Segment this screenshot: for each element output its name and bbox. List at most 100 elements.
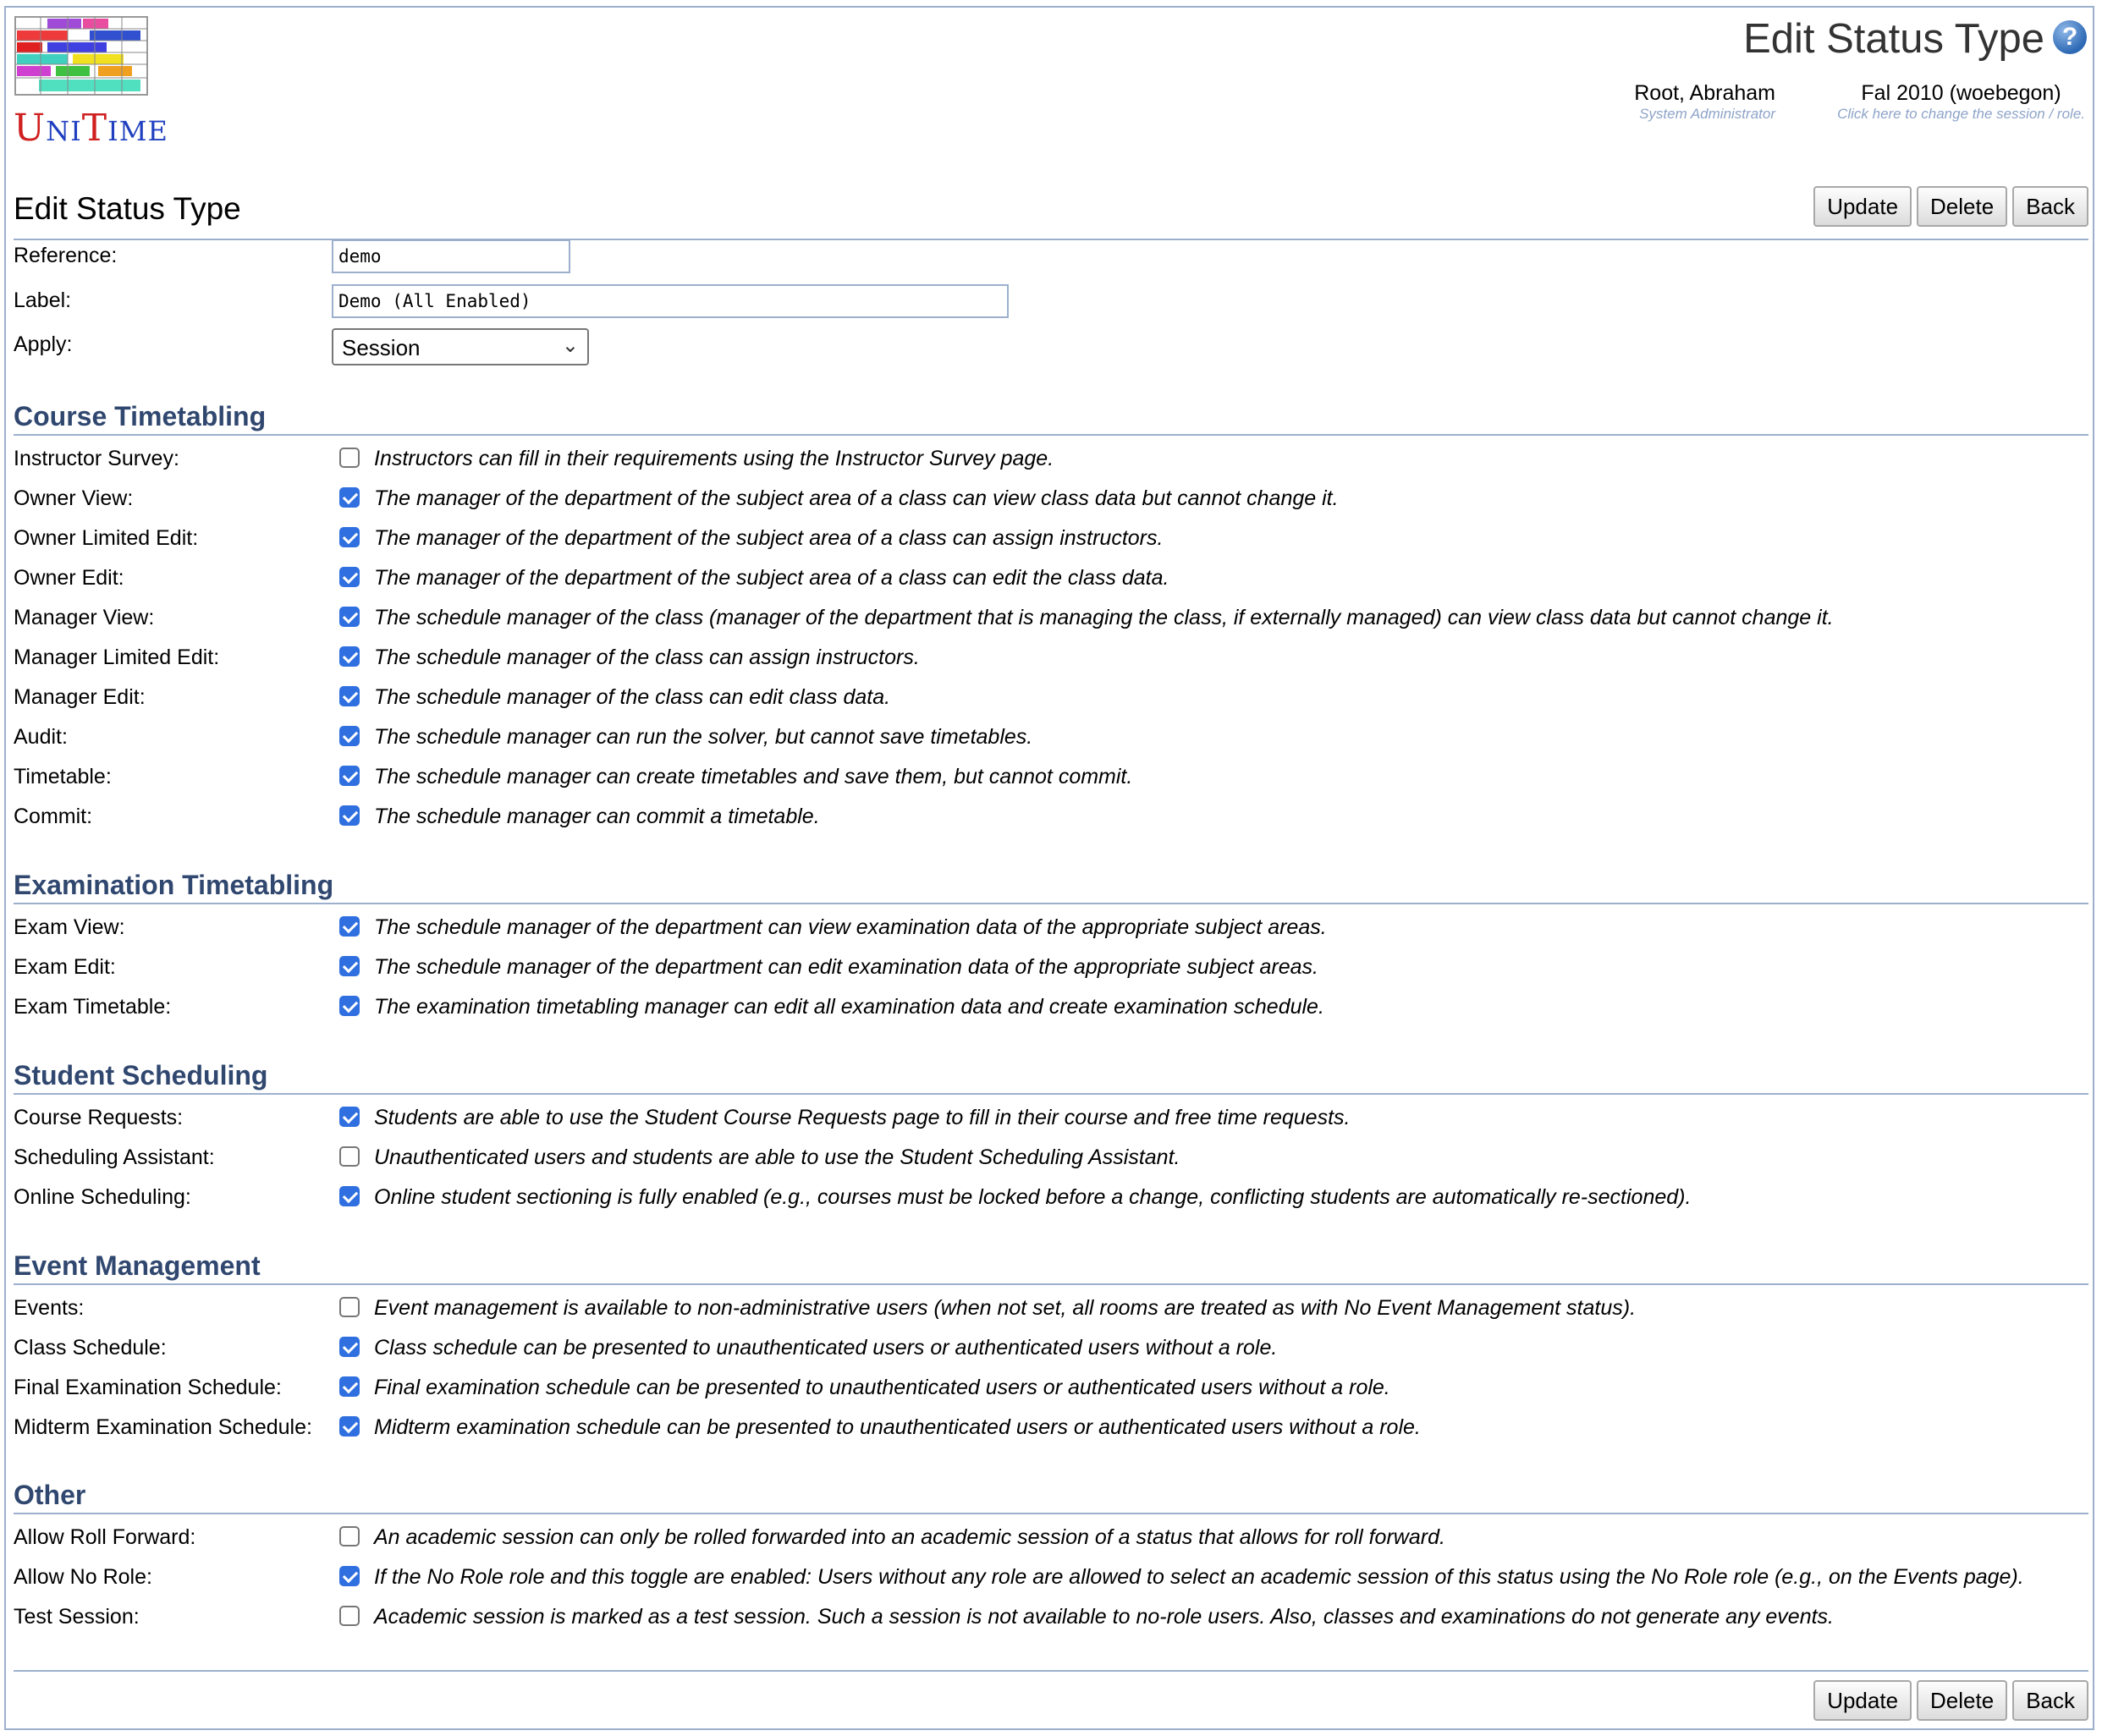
- delete-button-bottom[interactable]: Delete: [1917, 1680, 2008, 1721]
- status-option-label: Instructor Survey:: [14, 447, 179, 470]
- status-option-checkbox[interactable]: [339, 956, 360, 976]
- bottom-divider: [14, 1670, 2088, 1672]
- status-option-label: Manager Edit:: [14, 685, 146, 709]
- status-option-checkbox[interactable]: [339, 1416, 360, 1437]
- status-option-label: Commit:: [14, 805, 93, 828]
- status-option-checkbox[interactable]: [339, 916, 360, 937]
- status-option-row: Allow Roll Forward: An academic session c…: [14, 1519, 2088, 1557]
- status-option-row: Course Requests: Students are able to use…: [14, 1099, 2088, 1138]
- unitime-logo[interactable]: UNITIME: [14, 15, 168, 151]
- status-option-checkbox[interactable]: [339, 766, 360, 786]
- status-option-checkbox[interactable]: [339, 567, 360, 587]
- status-option-description: The schedule manager can run the solver,…: [374, 725, 1033, 749]
- status-option-label: Owner View:: [14, 486, 134, 510]
- status-option-description: The manager of the department of the sub…: [374, 486, 1339, 510]
- status-option-description: Students are able to use the Student Cou…: [374, 1106, 1351, 1129]
- section-event-management: Event Management: [14, 1250, 2088, 1285]
- status-option-description: The schedule manager can create timetabl…: [374, 765, 1133, 788]
- page-title: Edit Status Type: [1743, 16, 2044, 62]
- status-option-description: An academic session can only be rolled f…: [374, 1525, 1445, 1549]
- status-option-checkbox[interactable]: [339, 607, 360, 627]
- status-option-checkbox[interactable]: [339, 996, 360, 1016]
- status-option-checkbox[interactable]: [339, 1376, 360, 1397]
- status-option-label: Allow Roll Forward:: [14, 1525, 196, 1549]
- status-option-description: If the No Role role and this toggle are …: [374, 1565, 2024, 1589]
- form-header: Edit Status Type Update Delete Back: [14, 186, 2088, 240]
- status-option-label: Test Session:: [14, 1605, 140, 1629]
- apply-select[interactable]: Session ⌄: [332, 328, 589, 365]
- reference-label: Reference:: [14, 244, 118, 267]
- reference-input[interactable]: [332, 239, 570, 273]
- bottom-button-bar: Update Delete Back: [1813, 1680, 2088, 1721]
- form-heading: Edit Status Type: [14, 191, 241, 226]
- page-frame: [4, 6, 2094, 1730]
- status-option-row: Manager Edit: The schedule manager of the…: [14, 678, 2088, 717]
- status-option-label: Class Schedule:: [14, 1336, 167, 1360]
- status-option-description: Online student sectioning is fully enabl…: [374, 1185, 1692, 1209]
- label-label: Label:: [14, 288, 72, 312]
- update-button-bottom[interactable]: Update: [1813, 1680, 1912, 1721]
- logo-grid-graphic: [14, 16, 148, 96]
- status-option-row: Exam View: The schedule manager of the de…: [14, 909, 2088, 948]
- status-option-description: Unauthenticated users and students are a…: [374, 1145, 1180, 1169]
- status-option-label: Manager Limited Edit:: [14, 646, 220, 669]
- status-option-checkbox[interactable]: [339, 1606, 360, 1626]
- status-option-row: Audit: The schedule manager can run the s…: [14, 718, 2088, 757]
- status-option-row: Instructor Survey: Instructors can fill i…: [14, 440, 2088, 479]
- chevron-down-icon: ⌄: [561, 334, 579, 357]
- update-button[interactable]: Update: [1813, 186, 1912, 227]
- status-option-row: Midterm Examination Schedule: Midterm exa…: [14, 1409, 2088, 1448]
- status-option-row: Timetable: The schedule manager can creat…: [14, 758, 2088, 797]
- status-option-label: Course Requests:: [14, 1106, 184, 1129]
- status-option-row: Class Schedule: Class schedule can be pre…: [14, 1329, 2088, 1368]
- status-option-row: Commit: The schedule manager can commit a…: [14, 798, 2088, 837]
- status-option-checkbox[interactable]: [339, 527, 360, 547]
- status-option-checkbox[interactable]: [339, 487, 360, 508]
- status-option-checkbox[interactable]: [339, 1186, 360, 1206]
- status-option-checkbox[interactable]: [339, 805, 360, 826]
- status-option-checkbox[interactable]: [339, 686, 360, 706]
- status-option-checkbox[interactable]: [339, 1566, 360, 1586]
- session-name: Fal 2010 (woebegon): [1861, 81, 2061, 105]
- status-option-row: Owner View: The manager of the department…: [14, 480, 2088, 519]
- status-option-description: Midterm examination schedule can be pres…: [374, 1415, 1421, 1439]
- status-option-label: Owner Edit:: [14, 566, 124, 590]
- section-examination-timetabling: Examination Timetabling: [14, 870, 2088, 904]
- status-option-description: The schedule manager of the department c…: [374, 955, 1318, 979]
- help-icon[interactable]: ?: [2053, 20, 2087, 54]
- status-option-label: Allow No Role:: [14, 1565, 152, 1589]
- status-option-label: Owner Limited Edit:: [14, 526, 199, 550]
- status-option-row: Test Session: Academic session is marked …: [14, 1598, 2088, 1637]
- status-option-checkbox[interactable]: [339, 1337, 360, 1357]
- status-option-label: Midterm Examination Schedule:: [14, 1415, 312, 1439]
- status-option-checkbox[interactable]: [339, 1297, 360, 1317]
- status-option-description: Instructors can fill in their requiremen…: [374, 447, 1054, 470]
- status-option-description: Event management is available to non-adm…: [374, 1296, 1637, 1320]
- label-input[interactable]: [332, 284, 1009, 318]
- apply-label: Apply:: [14, 332, 73, 356]
- delete-button[interactable]: Delete: [1917, 186, 2008, 227]
- status-option-label: Exam Edit:: [14, 955, 116, 979]
- status-option-checkbox[interactable]: [339, 1146, 360, 1167]
- status-option-checkbox[interactable]: [339, 646, 360, 667]
- status-option-checkbox[interactable]: [339, 726, 360, 746]
- status-option-description: The schedule manager of the department c…: [374, 915, 1327, 939]
- section-student-scheduling: Student Scheduling: [14, 1060, 2088, 1095]
- status-option-checkbox[interactable]: [339, 448, 360, 468]
- status-option-row: Manager View: The schedule manager of the…: [14, 599, 2088, 638]
- status-option-row: Manager Limited Edit: The schedule manage…: [14, 639, 2088, 678]
- status-option-label: Events:: [14, 1296, 85, 1320]
- status-option-checkbox[interactable]: [339, 1526, 360, 1546]
- back-button[interactable]: Back: [2012, 186, 2088, 227]
- status-option-checkbox[interactable]: [339, 1107, 360, 1127]
- status-option-description: Final examination schedule can be presen…: [374, 1376, 1390, 1399]
- logo-wordmark: UNITIME: [14, 107, 168, 150]
- user-info[interactable]: Root, Abraham System Administrator: [1634, 81, 1775, 123]
- status-option-row: Events: Event management is available to …: [14, 1289, 2088, 1328]
- back-button-bottom[interactable]: Back: [2012, 1680, 2088, 1721]
- session-hint: Click here to change the session / role.: [1837, 106, 2085, 122]
- status-option-row: Scheduling Assistant: Unauthenticated use…: [14, 1139, 2088, 1178]
- status-option-description: The examination timetabling manager can …: [374, 995, 1324, 1019]
- session-info[interactable]: Fal 2010 (woebegon) Click here to change…: [1837, 81, 2085, 123]
- status-option-label: Scheduling Assistant:: [14, 1145, 215, 1169]
